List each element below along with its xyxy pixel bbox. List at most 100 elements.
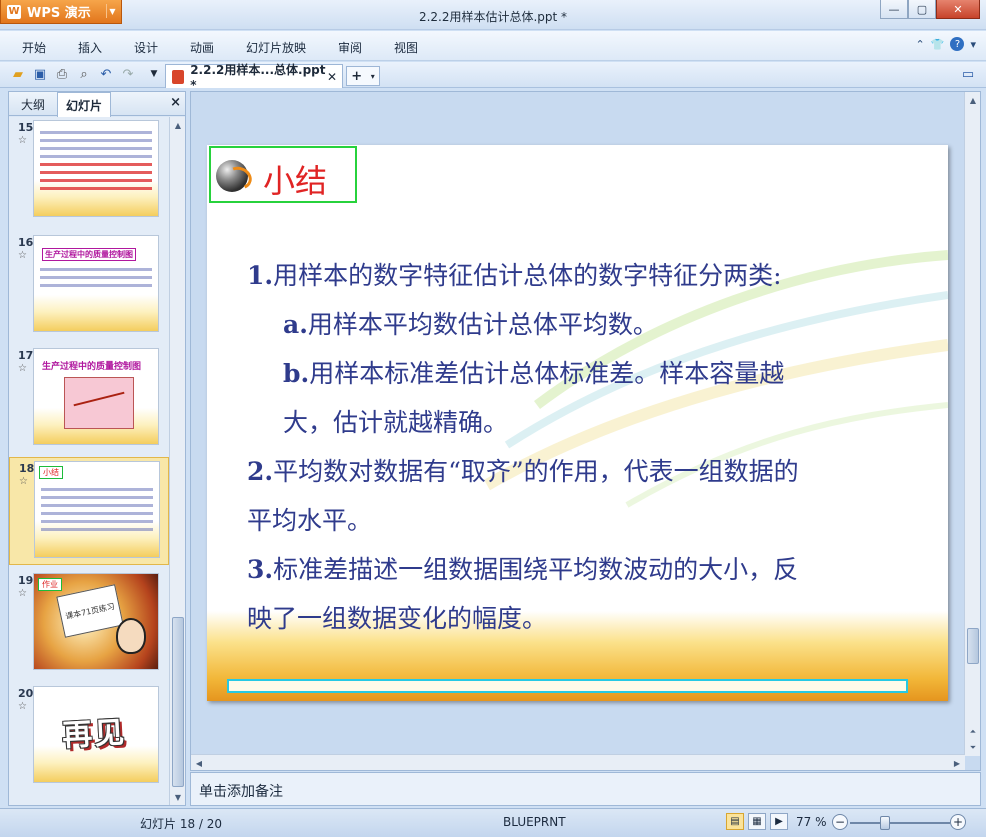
document-tab-label: 2.2.2用样本...总体.ppt * [190, 63, 326, 92]
zoom-level: 77 % [796, 815, 827, 829]
star-icon: ☆ [18, 363, 27, 374]
slide-thumbnail[interactable]: 15 ☆ [9, 117, 169, 225]
slide-counter: 幻灯片 18 / 20 [140, 817, 223, 831]
pane-tabs: 大纲 幻灯片 × [9, 92, 185, 117]
globe-icon [216, 160, 248, 192]
template-name: BLUEPRNT [503, 815, 566, 829]
minimize-button[interactable]: — [880, 0, 908, 19]
slideshow-button[interactable]: ▶ [770, 813, 788, 830]
editor-vertical-scrollbar[interactable]: ▲ ⏶ ⏷ [964, 92, 980, 756]
zoom-out-icon[interactable]: − [832, 814, 848, 830]
slide-body-text[interactable]: 1.用样本的数字特征估计总体的数字特征分两类: a.用样本平均数估计总体平均数。… [247, 251, 927, 643]
skin-icon[interactable]: 👕 [931, 38, 945, 51]
menu-review[interactable]: 审阅 [338, 39, 362, 56]
menu-view[interactable]: 视图 [394, 39, 418, 56]
menu-design[interactable]: 设计 [134, 39, 158, 56]
maximize-button[interactable]: ▢ [908, 0, 936, 19]
zoom-slider-handle[interactable] [880, 816, 890, 830]
menu-home[interactable]: 开始 [22, 39, 46, 56]
scroll-down-icon[interactable]: ▼ [170, 789, 186, 805]
slide-preview: 生产过程中的质量控制图 [33, 348, 159, 445]
scrollbar-thumb[interactable] [967, 628, 979, 664]
control-chart-image [64, 377, 134, 429]
menu-animation[interactable]: 动画 [190, 39, 214, 56]
star-icon: ☆ [18, 135, 27, 146]
window-layout-icon[interactable]: ▭ [960, 66, 976, 82]
menu-insert[interactable]: 插入 [78, 39, 102, 56]
chevron-down-icon[interactable]: ▾ [371, 72, 375, 81]
scroll-up-icon[interactable]: ▲ [965, 92, 981, 108]
slide-line: b.用样本标准差估计总体标准差。样本容量越 [283, 359, 785, 388]
menu-slideshow[interactable]: 幻灯片放映 [246, 39, 306, 56]
zoom-slider[interactable] [850, 822, 950, 824]
print-icon[interactable]: ⎙ [54, 66, 70, 82]
slide-title-box[interactable]: 小结 [209, 146, 357, 203]
tab-outline[interactable]: 大纲 [13, 92, 53, 116]
redo-icon[interactable]: ↷ [120, 66, 136, 82]
slide-footer-bar [227, 679, 908, 693]
editor-horizontal-scrollbar[interactable]: ◀ ▶ [191, 754, 965, 770]
slide-editor: 小结 1.用样本的数字特征估计总体的数字特征分两类: a.用样本平均数估计总体平… [190, 91, 981, 771]
normal-view-button[interactable]: ▤ [726, 813, 744, 830]
print-preview-icon[interactable]: ⌕ [76, 66, 92, 82]
new-tab-button[interactable]: + ▾ [346, 66, 380, 86]
plus-icon: + [351, 68, 363, 84]
thumbnail-scrollbar[interactable]: ▲ ▼ [169, 117, 185, 805]
tab-slides[interactable]: 幻灯片 [57, 92, 112, 117]
slide-thumbnail-selected[interactable]: 18 ☆ 小结 [9, 457, 169, 565]
zoom-in-icon[interactable]: + [950, 814, 966, 830]
slide-number: 18 [19, 462, 35, 475]
slide-line: 3.标准差描述一组数据围绕平均数波动的大小，反 [247, 555, 799, 584]
notes-field[interactable]: 单击添加备注 [190, 772, 981, 806]
scroll-up-icon[interactable]: ▲ [170, 117, 186, 133]
slide-number: 16 [18, 236, 34, 249]
document-tab[interactable]: 2.2.2用样本...总体.ppt * ✕ [165, 63, 343, 92]
quick-toolbar: ▰ ▣ ⎙ ⌕ ↶ ↷ ▼ 2.2.2用样本...总体.ppt * ✕ + ▾ … [0, 62, 986, 92]
star-icon: ☆ [18, 250, 27, 261]
save-icon[interactable]: ▣ [32, 66, 48, 82]
cartoon-student-image [116, 618, 146, 654]
slide-thumbnail[interactable]: 20 ☆ 再见 [9, 683, 169, 791]
current-slide[interactable]: 小结 1.用样本的数字特征估计总体的数字特征分两类: a.用样本平均数估计总体平… [207, 145, 948, 701]
window-title: 2.2.2用样本估计总体.ppt * [418, 10, 568, 24]
slide-preview: 生产过程中的质量控制图 [33, 235, 159, 332]
close-icon[interactable]: ✕ [327, 70, 337, 84]
next-slide-icon[interactable]: ⏷ [965, 740, 981, 756]
open-folder-icon[interactable]: ▰ [10, 66, 26, 82]
collapse-ribbon-icon[interactable]: ⌃ [916, 38, 925, 51]
slide-preview: 再见 [33, 686, 159, 783]
slide-number: 15 [18, 121, 34, 134]
scrollbar-thumb[interactable] [172, 617, 184, 787]
title-bar: W WPS 演示 ▼ 2.2.2用样本估计总体.ppt * — ▢ ✕ [0, 0, 986, 30]
slide-preview-content [40, 268, 152, 292]
slide-thumbnail[interactable]: 16 ☆ 生产过程中的质量控制图 [9, 232, 169, 340]
close-button[interactable]: ✕ [936, 0, 980, 19]
slide-thumbnail[interactable]: 19 ☆ 作业 课本71页练习 [9, 570, 169, 678]
ppt-file-icon [172, 69, 185, 84]
toolbar-more-icon[interactable]: ▼ [146, 66, 162, 82]
slide-preview: 小结 [34, 461, 160, 558]
slide-preview: 作业 课本71页练习 [33, 573, 159, 670]
star-icon: ☆ [18, 701, 27, 712]
scroll-left-icon[interactable]: ◀ [191, 755, 207, 771]
undo-icon[interactable]: ↶ [98, 66, 114, 82]
close-icon[interactable]: × [170, 95, 181, 110]
scroll-right-icon[interactable]: ▶ [949, 755, 965, 771]
slide-preview [33, 120, 159, 217]
slide-number: 19 [18, 574, 34, 587]
slide-line: 映了一组数据变化的幅度。 [247, 604, 548, 633]
slide-preview-title: 生产过程中的质量控制图 [42, 248, 136, 261]
slide-preview-content [41, 488, 153, 536]
slide-preview-title: 生产过程中的质量控制图 [42, 362, 142, 372]
star-icon: ☆ [19, 476, 28, 487]
chevron-down-icon[interactable]: ▾ [970, 38, 976, 51]
slide-line: 1.用样本的数字特征估计总体的数字特征分两类: [247, 261, 782, 290]
help-icon[interactable]: ? [950, 37, 965, 51]
slide-title: 小结 [263, 162, 328, 200]
slide-thumbnail[interactable]: 17 ☆ 生产过程中的质量控制图 [9, 345, 169, 453]
previous-slide-icon[interactable]: ⏶ [965, 724, 981, 740]
slide-sorter-button[interactable]: ▦ [748, 813, 766, 830]
slide-number: 20 [18, 687, 34, 700]
goodbye-text: 再见 [61, 715, 128, 754]
slide-preview-content [40, 131, 152, 195]
